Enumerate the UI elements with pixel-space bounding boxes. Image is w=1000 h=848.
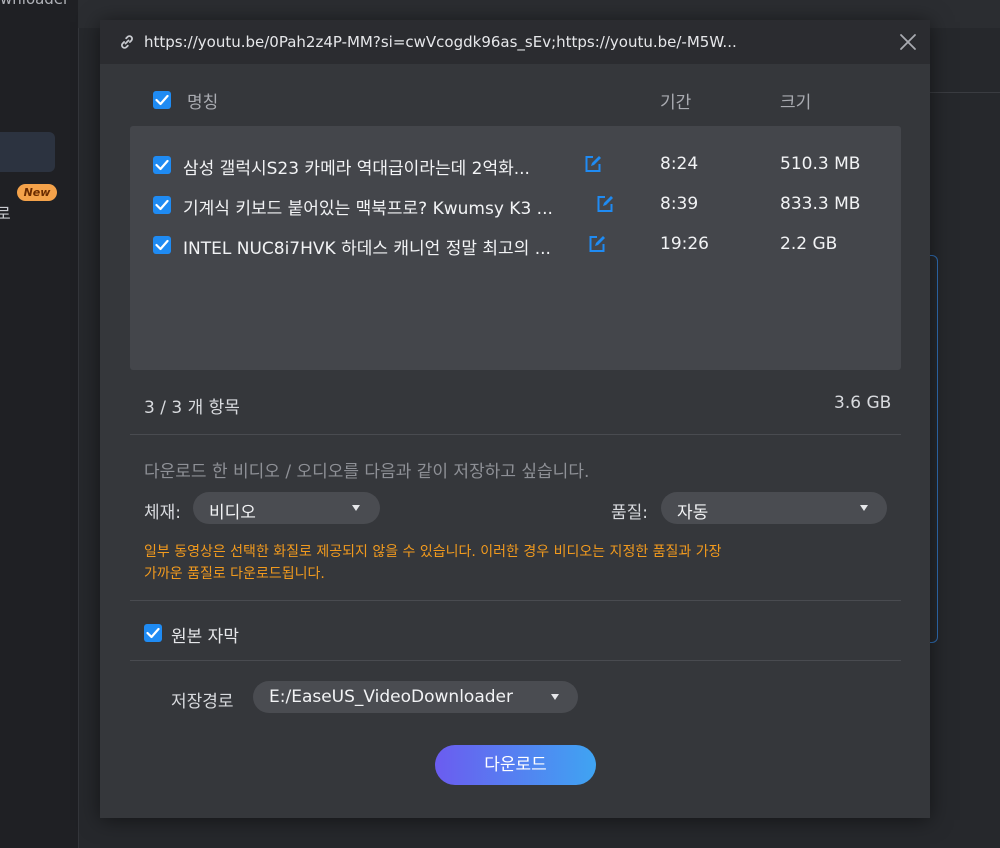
chevron-down-icon xyxy=(860,505,868,511)
total-size: 3.6 GB xyxy=(834,393,892,413)
save-description: 다운로드 한 비디오 / 오디오를 다음과 같이 저장하고 싶습니다. xyxy=(144,462,590,482)
subtitle-label[interactable]: 원본 자막 xyxy=(171,622,239,647)
column-header-duration[interactable]: 기간 xyxy=(660,88,691,113)
link-icon xyxy=(121,35,133,49)
video-row: 기계식 키보드 붙어있는 맥북프로? Kwumsy K3 ... 8:39 83… xyxy=(130,186,901,222)
chevron-down-icon xyxy=(352,505,360,511)
chevron-down-icon xyxy=(551,694,559,700)
video-row: INTEL NUC8i7HVK 하데스 캐니언 정말 최고의 ... 19:26… xyxy=(130,226,901,262)
close-icon[interactable] xyxy=(898,32,918,52)
video-title: 기계식 키보드 붙어있는 맥북프로? Kwumsy K3 ... xyxy=(183,199,553,219)
video-size: 2.2 GB xyxy=(780,234,838,254)
video-checkbox[interactable] xyxy=(153,156,171,174)
video-row: 삼성 갤럭시S23 카메라 역대급이라는데 2억화... 8:24 510.3 … xyxy=(130,146,901,182)
divider xyxy=(130,660,901,661)
video-title: 삼성 갤럭시S23 카메라 역대급이라는데 2억화... xyxy=(183,159,530,179)
video-duration: 8:39 xyxy=(660,194,699,214)
background-divider xyxy=(930,92,1000,93)
quality-select[interactable]: 자동 xyxy=(661,492,887,524)
quality-warning-line1: 일부 동영상은 선택한 화질로 제공되지 않을 수 있습니다. 이러한 경우 비… xyxy=(144,544,722,560)
video-title: INTEL NUC8i7HVK 하데스 캐니언 정말 최고의 ... xyxy=(183,239,551,259)
quality-label: 품질: xyxy=(611,503,649,523)
video-checkbox[interactable] xyxy=(153,196,171,214)
video-list: 삼성 갤럭시S23 카메라 역대급이라는데 2억화... 8:24 510.3 … xyxy=(130,126,901,370)
background-sidebar-label: 로 xyxy=(0,204,11,223)
item-count: 3 / 3 개 항목 xyxy=(144,398,240,418)
save-path-select[interactable]: E:/EaseUS_VideoDownloader xyxy=(253,681,578,713)
dialog-url: https://youtu.be/0Pah2z4P-MM?si=cwVcogdk… xyxy=(144,33,737,51)
download-dialog: https://youtu.be/0Pah2z4P-MM?si=cwVcogdk… xyxy=(100,20,930,818)
background-sidebar-item[interactable] xyxy=(0,132,55,172)
video-checkbox[interactable] xyxy=(153,236,171,254)
save-path-label: 저장경로 xyxy=(171,692,234,712)
dialog-header: https://youtu.be/0Pah2z4P-MM?si=cwVcogdk… xyxy=(100,20,930,64)
new-badge: New xyxy=(17,184,57,201)
edit-icon[interactable] xyxy=(595,194,615,214)
download-button[interactable]: 다운로드 xyxy=(435,745,596,785)
save-path-value: E:/EaseUS_VideoDownloader xyxy=(269,687,513,707)
divider xyxy=(130,434,901,435)
select-all-checkbox[interactable] xyxy=(153,91,171,109)
video-size: 510.3 MB xyxy=(780,154,861,174)
column-header-size[interactable]: 크기 xyxy=(780,88,811,113)
format-select[interactable]: 비디오 xyxy=(193,492,380,524)
edit-icon[interactable] xyxy=(587,234,607,254)
quality-warning-line2: 가까운 품질로 다운로드됩니다. xyxy=(144,566,325,582)
format-select-value: 비디오 xyxy=(209,503,256,523)
video-duration: 8:24 xyxy=(660,154,699,174)
background-app-title: wnloader xyxy=(0,0,69,8)
divider xyxy=(130,600,901,601)
subtitle-checkbox[interactable] xyxy=(144,624,162,642)
format-label: 체재: xyxy=(144,503,182,523)
edit-icon[interactable] xyxy=(583,154,603,174)
video-duration: 19:26 xyxy=(660,234,709,254)
quality-select-value: 자동 xyxy=(677,503,709,523)
video-size: 833.3 MB xyxy=(780,194,861,214)
column-header-name[interactable]: 명칭 xyxy=(187,88,218,113)
